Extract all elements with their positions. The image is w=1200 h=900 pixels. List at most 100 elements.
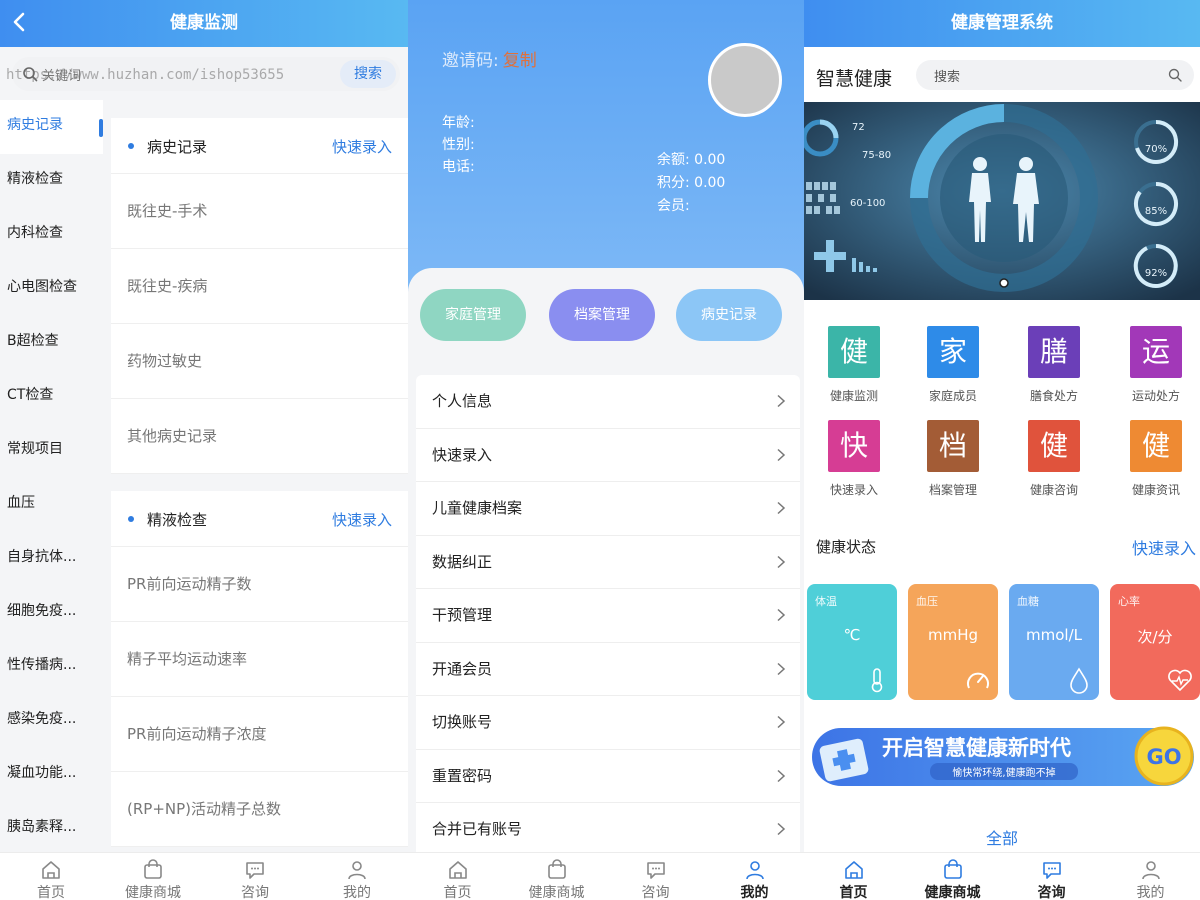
record-row[interactable]: PR前向运动精子数	[111, 547, 408, 622]
category-item[interactable]: 细胞免疫...	[0, 586, 103, 640]
user-icon	[348, 861, 366, 880]
record-row[interactable]: (RP+NP)活动精子总数	[111, 772, 408, 847]
tab-home[interactable]: 首页	[0, 853, 102, 900]
category-item[interactable]: 胰岛素释...	[0, 802, 103, 856]
grid-item-family[interactable]: 家家庭成员	[903, 326, 1003, 404]
search-bar[interactable]: 搜索	[916, 60, 1194, 90]
record-list: 病史记录 快速录入 既往史-手术 既往史-疾病 药物过敏史 其他病史记录 精液检…	[111, 118, 408, 864]
search-input[interactable]: 关键词	[42, 65, 81, 84]
menu-item[interactable]: 合并已有账号	[416, 803, 800, 857]
quick-entry-link[interactable]: 快速录入	[1132, 535, 1196, 559]
grid-item-archive[interactable]: 档档案管理	[903, 420, 1003, 498]
grid-item-exercise[interactable]: 运运动处方	[1106, 326, 1200, 404]
tab-label: 咨询	[641, 885, 670, 900]
tile-icon: 快	[828, 420, 880, 472]
tile-icon: 运	[1130, 326, 1182, 378]
menu-item[interactable]: 数据纠正	[416, 536, 800, 589]
tab-home[interactable]: 首页	[408, 853, 507, 900]
menu-item[interactable]: 干预管理	[416, 589, 800, 643]
search-button[interactable]: 搜索	[340, 60, 396, 88]
temperature-card[interactable]: 体温 ℃	[807, 584, 897, 700]
category-item[interactable]: 血压	[0, 478, 103, 532]
tab-mall[interactable]: 健康商城	[102, 853, 204, 900]
promo-banner[interactable]: 开启智慧健康新时代 愉快常环绕,健康跑不掉 GO	[812, 722, 1198, 792]
category-item[interactable]: 精液检查	[0, 154, 103, 208]
chevron-right-icon	[777, 555, 786, 568]
menu-item[interactable]: 重置密码	[416, 750, 800, 803]
banner-carousel[interactable]: 72 75-80 60-100 70% 85% 92%	[804, 102, 1200, 300]
record-row[interactable]: 其他病史记录	[111, 399, 408, 474]
record-row[interactable]: 既往史-手术	[111, 174, 408, 249]
grid-item-consult[interactable]: 健健康咨询	[1004, 420, 1104, 498]
record-row[interactable]: 药物过敏史	[111, 324, 408, 399]
chevron-right-icon	[777, 769, 786, 782]
tab-mall[interactable]: 健康商城	[507, 853, 606, 900]
category-item[interactable]: 常规项目	[0, 424, 103, 478]
avatar[interactable]	[708, 43, 782, 117]
home-icon	[42, 861, 60, 879]
menu-item[interactable]: 个人信息	[416, 375, 800, 429]
tile-icon: 健	[828, 326, 880, 378]
grid-item-quick-entry[interactable]: 快快速录入	[804, 420, 904, 498]
go-label: GO	[1146, 745, 1181, 769]
hr-value-1: 72	[852, 122, 865, 133]
chat-icon	[1042, 862, 1061, 879]
history-record-button[interactable]: 病史记录	[676, 289, 782, 341]
carousel-dot[interactable]	[999, 278, 1009, 288]
hr-value-2: 75-80	[862, 150, 891, 161]
chevron-right-icon	[777, 501, 786, 515]
record-row[interactable]: 精子平均运动速率	[111, 622, 408, 697]
tab-label: 健康商城	[924, 885, 981, 900]
brand-title: 智慧健康	[816, 68, 893, 90]
record-card: 精液检查 快速录入 PR前向运动精子数 精子平均运动速率 PR前向运动精子浓度 …	[111, 491, 408, 847]
grid-item-diet[interactable]: 膳膳食处方	[1004, 326, 1104, 404]
category-item[interactable]: 自身抗体...	[0, 532, 103, 586]
heart-rate-card[interactable]: 心率 次/分	[1110, 584, 1200, 700]
tab-mine[interactable]: 我的	[1101, 853, 1200, 900]
grid-item-health-monitor[interactable]: 健健康监测	[804, 326, 904, 404]
menu-item[interactable]: 切换账号	[416, 696, 800, 750]
tab-mine[interactable]: 我的	[705, 853, 804, 900]
archive-manage-button[interactable]: 档案管理	[549, 289, 655, 341]
category-item[interactable]: CT检查	[0, 370, 103, 424]
quick-entry-link[interactable]: 快速录入	[332, 136, 392, 157]
menu-item[interactable]: 快速录入	[416, 429, 800, 482]
chevron-right-icon	[777, 662, 786, 675]
menu-item[interactable]: 开通会员	[416, 643, 800, 696]
tab-consult[interactable]: 咨询	[606, 853, 705, 900]
category-item[interactable]: 心电图检查	[0, 262, 103, 316]
profile-screen: 邀请码: 复制 年龄: 性别: 电话: 余额: 0.00 积分: 0.00 会员:…	[408, 0, 804, 900]
heart-icon	[1168, 669, 1192, 692]
back-icon[interactable]	[8, 10, 32, 34]
record-row[interactable]: PR前向运动精子浓度	[111, 697, 408, 772]
blood-sugar-card[interactable]: 血糖 mmol/L	[1009, 584, 1099, 700]
quick-entry-link[interactable]: 快速录入	[332, 509, 392, 530]
category-item[interactable]: 感染免疫...	[0, 694, 103, 748]
tab-label: 健康商城	[528, 885, 585, 900]
record-card: 病史记录 快速录入 既往史-手术 既往史-疾病 药物过敏史 其他病史记录	[111, 118, 408, 474]
tab-consult[interactable]: 咨询	[1002, 853, 1101, 900]
tab-home[interactable]: 首页	[804, 853, 903, 900]
search-input[interactable]: 搜索	[934, 66, 960, 85]
inner-disc	[940, 134, 1068, 262]
home-icon	[844, 861, 863, 879]
category-item[interactable]: 内科检查	[0, 208, 103, 262]
menu-item[interactable]: 儿童健康档案	[416, 482, 800, 536]
category-item[interactable]: 凝血功能...	[0, 748, 103, 802]
category-item[interactable]: 性传播病...	[0, 640, 103, 694]
category-item[interactable]: 病史记录	[0, 100, 103, 154]
tab-consult[interactable]: 咨询	[204, 853, 306, 900]
tab-mall[interactable]: 健康商城	[903, 853, 1002, 900]
category-item[interactable]: B超检查	[0, 316, 103, 370]
blood-pressure-card[interactable]: 血压 mmHg	[908, 584, 998, 700]
tab-bar: 首页 健康商城 咨询 我的	[408, 852, 804, 900]
family-manage-button[interactable]: 家庭管理	[420, 289, 526, 341]
grid-item-news[interactable]: 健健康资讯	[1106, 420, 1200, 498]
record-row[interactable]: 既往史-疾病	[111, 249, 408, 324]
copy-link[interactable]: 复制	[503, 51, 537, 71]
tab-mine[interactable]: 我的	[306, 853, 408, 900]
tab-label: 健康商城	[125, 885, 181, 900]
view-all-link[interactable]: 全部	[804, 825, 1200, 849]
tab-label: 首页	[37, 885, 65, 900]
tile-icon: 家	[927, 326, 979, 378]
